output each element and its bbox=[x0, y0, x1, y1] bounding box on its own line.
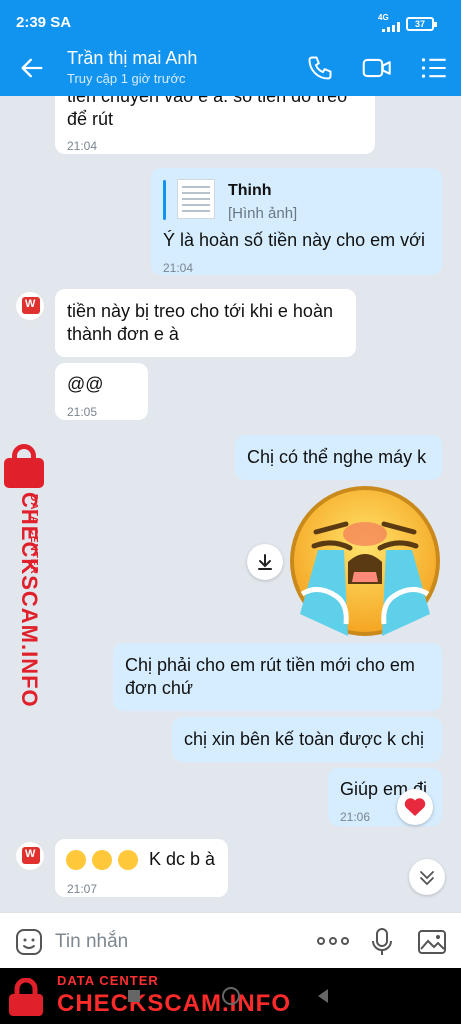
chevron-double-down-icon bbox=[420, 871, 434, 886]
laughing-emoji-icon bbox=[118, 850, 138, 870]
watermark-label: DATA CENTER bbox=[28, 494, 39, 575]
message-text: chị xin bên kế toàn được k chị bbox=[184, 729, 424, 749]
message-text: Ý là hoàn số tiền này cho em với bbox=[163, 230, 425, 250]
message-text: tiền này bị treo cho tới khi e hoàn bbox=[67, 301, 333, 321]
contact-name[interactable]: Trần thị mai Anh bbox=[67, 48, 197, 69]
message-bubble-outgoing[interactable]: Chị phải cho em rút tiền mới cho em đơn … bbox=[113, 643, 442, 711]
message-text: Chị phải cho em rút tiền mới cho em bbox=[125, 655, 415, 675]
status-time: 2:39 SA bbox=[16, 14, 72, 31]
message-bubble-outgoing[interactable]: Chị có thể nghe máy k bbox=[235, 435, 442, 480]
sticker-emoji-icon[interactable] bbox=[14, 927, 44, 957]
message-time: 21:06 bbox=[340, 810, 371, 824]
message-bubble-incoming[interactable]: K dc b à 21:07 bbox=[55, 839, 228, 897]
message-time: 21:04 bbox=[67, 139, 98, 153]
message-time: 21:04 bbox=[163, 261, 194, 275]
reply-preview: [Hình ảnh] bbox=[228, 205, 298, 222]
laughing-emoji-icon bbox=[92, 850, 112, 870]
message-text: tiền chuyển vào e à. số tiền đó treo bbox=[67, 96, 348, 106]
message-text: thành đơn e à bbox=[67, 324, 179, 344]
video-call-icon[interactable] bbox=[362, 54, 392, 82]
recents-button[interactable] bbox=[128, 990, 140, 1002]
menu-list-icon[interactable] bbox=[420, 54, 448, 82]
message-bubble-outgoing[interactable]: chị xin bên kế toàn được k chị bbox=[172, 717, 442, 762]
message-text: để rút bbox=[67, 109, 114, 129]
reaction-heart[interactable] bbox=[397, 789, 433, 825]
battery-icon: 37 bbox=[406, 17, 437, 31]
chat-header: Trần thị mai Anh Truy cập 1 giờ trước bbox=[0, 40, 461, 96]
reply-sender: Thinh bbox=[228, 182, 272, 199]
home-button[interactable] bbox=[222, 987, 240, 1005]
message-bubble-incoming[interactable]: @@ 21:05 bbox=[55, 363, 148, 420]
scroll-to-bottom-button[interactable] bbox=[409, 859, 445, 895]
message-time: 21:07 bbox=[67, 882, 98, 896]
phone-call-icon[interactable] bbox=[306, 54, 334, 82]
contact-avatar[interactable] bbox=[15, 291, 45, 321]
laughing-emoji-icon bbox=[66, 850, 86, 870]
contact-avatar[interactable] bbox=[15, 841, 45, 871]
watermark-site: CHECKSCAM.INFO bbox=[57, 990, 291, 1017]
download-button[interactable] bbox=[247, 544, 283, 580]
message-time: 21:05 bbox=[67, 405, 98, 419]
network-type: 4G bbox=[378, 13, 389, 22]
lock-icon bbox=[9, 978, 43, 1016]
back-nav-icon[interactable] bbox=[316, 988, 330, 1004]
watermark-label: DATA CENTER bbox=[57, 973, 159, 988]
more-options-icon[interactable] bbox=[316, 931, 350, 951]
image-gallery-icon[interactable] bbox=[417, 927, 447, 957]
message-text: Chị có thể nghe máy k bbox=[247, 447, 427, 467]
message-text: đơn chứ bbox=[125, 678, 193, 698]
reply-bar bbox=[163, 180, 166, 220]
reply-thumbnail-image bbox=[177, 179, 215, 219]
download-icon bbox=[258, 554, 272, 570]
message-text: K dc b à bbox=[149, 849, 216, 869]
message-list[interactable]: tiền chuyển vào e à. số tiền đó treo để … bbox=[0, 96, 461, 912]
signal-icon bbox=[382, 22, 400, 32]
message-composer: Tin nhắn bbox=[0, 912, 461, 968]
message-text: @@ bbox=[67, 374, 104, 394]
heart-icon bbox=[404, 798, 426, 816]
watermark-side: CHECKSCAM.INFO DATA CENTER bbox=[0, 444, 52, 708]
message-input[interactable]: Tin nhắn bbox=[55, 931, 128, 953]
microphone-icon[interactable] bbox=[370, 927, 394, 957]
message-bubble-incoming[interactable]: tiền này bị treo cho tới khi e hoàn thàn… bbox=[55, 289, 356, 357]
last-seen-status: Truy cập 1 giờ trước bbox=[67, 71, 186, 86]
system-nav-bar: DATA CENTER CHECKSCAM.INFO bbox=[0, 968, 461, 1024]
message-bubble-incoming[interactable]: tiền chuyển vào e à. số tiền đó treo để … bbox=[55, 96, 375, 154]
status-bar: 2:39 SA 4G 37 bbox=[0, 0, 461, 44]
crying-face-sticker[interactable] bbox=[288, 484, 442, 638]
message-bubble-outgoing[interactable]: Thinh [Hình ảnh] Ý là hoàn số tiền này c… bbox=[151, 168, 442, 275]
back-arrow-icon[interactable] bbox=[18, 54, 46, 82]
